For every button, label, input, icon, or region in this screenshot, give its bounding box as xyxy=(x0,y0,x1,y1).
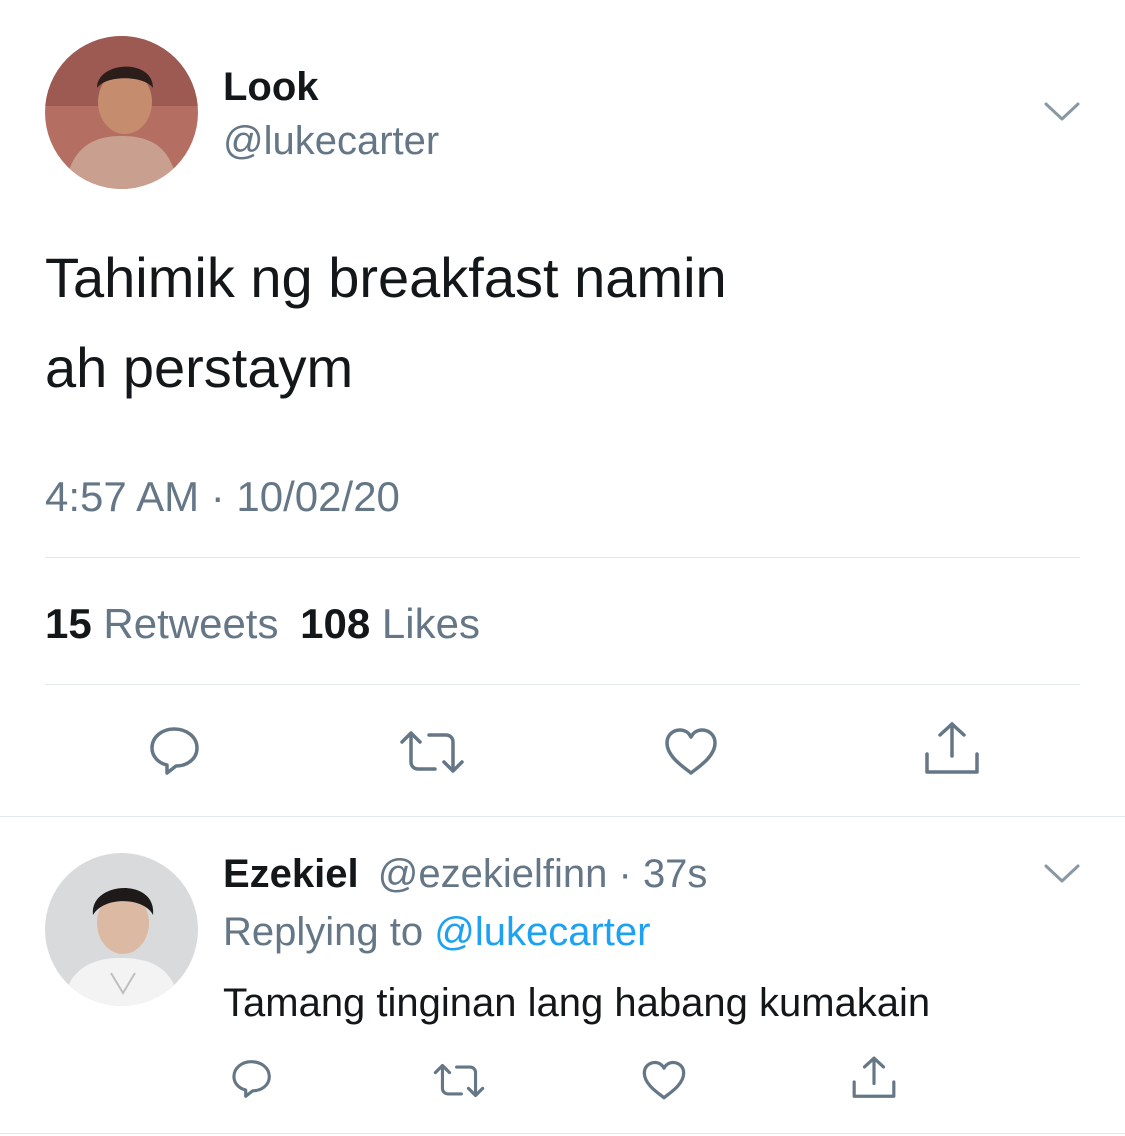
author-handle[interactable]: @lukecarter xyxy=(223,118,439,164)
replying-to-handle[interactable]: @lukecarter xyxy=(434,910,650,954)
share-icon[interactable] xyxy=(923,720,981,778)
reply-display-name[interactable]: Ezekiel xyxy=(223,852,359,896)
replying-to: Replying to @lukecarter xyxy=(223,909,650,955)
reply-icon[interactable] xyxy=(147,725,203,777)
chevron-down-icon[interactable] xyxy=(1043,100,1081,124)
like-count[interactable]: 108 xyxy=(300,600,370,647)
author-display-name[interactable]: Look xyxy=(223,64,319,110)
retweet-icon[interactable] xyxy=(399,730,465,774)
like-label[interactable]: Likes xyxy=(382,600,480,647)
reply-handle-time[interactable]: @ezekielfinn · 37s xyxy=(378,852,708,896)
divider xyxy=(45,557,1080,558)
like-icon[interactable] xyxy=(663,727,719,777)
author-avatar[interactable] xyxy=(45,36,198,189)
tweet-text-line-2: ah perstaym xyxy=(45,336,354,399)
reply-icon[interactable] xyxy=(230,1058,274,1100)
divider xyxy=(0,816,1125,817)
replying-to-label: Replying to xyxy=(223,910,424,954)
retweet-count[interactable]: 15 xyxy=(45,600,92,647)
reply-text: Tamang tinginan lang habang kumakain xyxy=(223,981,931,1025)
chevron-down-icon[interactable] xyxy=(1043,862,1081,886)
tweet-timestamp[interactable]: 4:57 AM · 10/02/20 xyxy=(45,473,400,521)
tweet-stats: 15 Retweets 108 Likes xyxy=(45,600,480,648)
divider xyxy=(45,684,1080,685)
like-icon[interactable] xyxy=(641,1060,687,1101)
reply-header: Ezekiel @ezekielfinn · 37s xyxy=(223,851,707,897)
tweet-text-line-1: Tahimik ng breakfast namin xyxy=(45,246,727,309)
divider xyxy=(0,1133,1125,1134)
retweet-icon[interactable] xyxy=(433,1063,485,1098)
share-icon[interactable] xyxy=(851,1055,897,1101)
retweet-label[interactable]: Retweets xyxy=(103,600,278,647)
reply-avatar[interactable] xyxy=(45,853,198,1006)
